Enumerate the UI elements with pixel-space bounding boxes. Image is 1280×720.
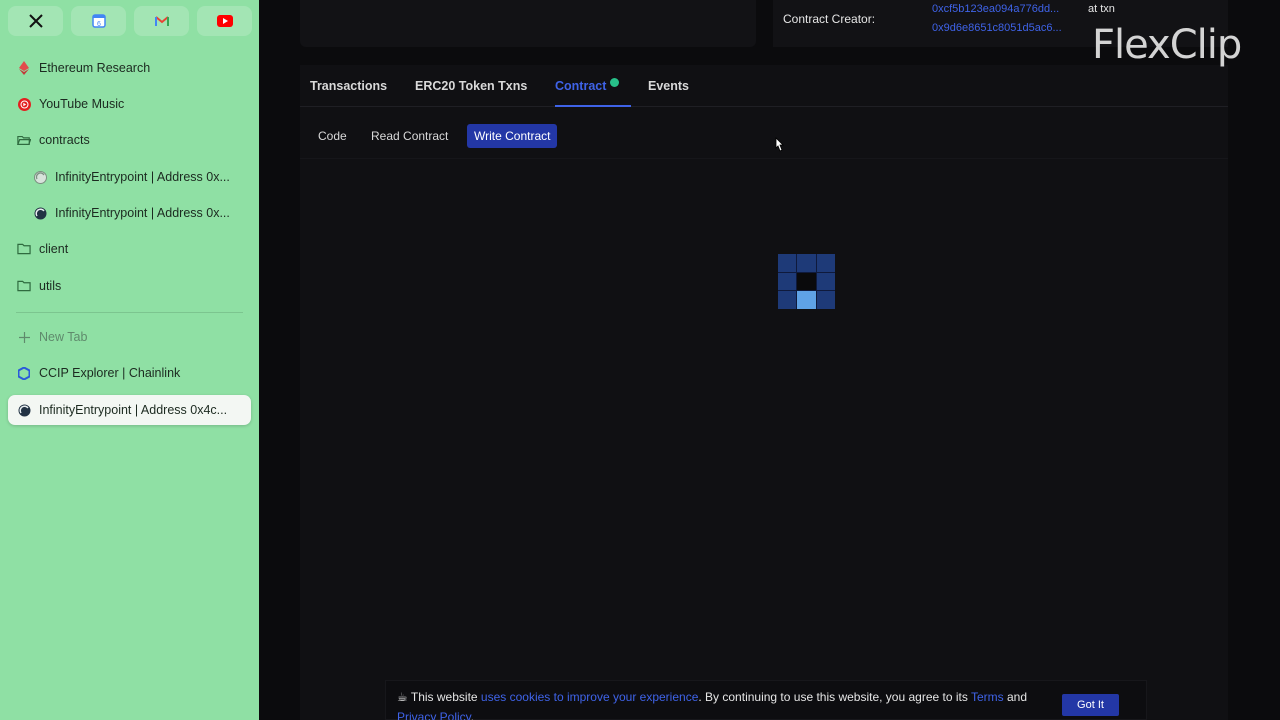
sidebar-item-infinityentrypoint-2[interactable]: InfinityEntrypoint | Address 0x... <box>24 198 251 228</box>
contract-tabs-panel: Transactions ERC20 Token Txns Contract E… <box>300 65 1228 720</box>
tabs-bar: Transactions ERC20 Token Txns Contract E… <box>300 65 1228 107</box>
etherscan-icon <box>33 206 47 220</box>
etherscan-icon <box>17 403 31 417</box>
sidebar-folder-client[interactable]: client <box>8 234 251 264</box>
folder-icon <box>17 242 31 256</box>
ethereum-icon <box>17 61 31 75</box>
gmail-icon <box>154 16 169 26</box>
x-icon <box>28 14 43 28</box>
subtab-divider <box>300 158 1228 159</box>
tab-transactions[interactable]: Transactions <box>310 79 387 93</box>
sidebar-item-label: InfinityEntrypoint | Address 0x4c... <box>39 403 228 417</box>
active-tab-indicator <box>555 105 631 107</box>
pinned-tabs: 6 <box>8 6 252 36</box>
pinned-tab-gmail[interactable] <box>134 6 189 36</box>
sidebar-item-label: client <box>39 242 69 256</box>
creator-address-link[interactable]: 0xcf5b123ea094a776dd... <box>932 3 1059 15</box>
subtab-write-contract[interactable]: Write Contract <box>467 124 558 148</box>
sidebar-item-label: CCIP Explorer | Chainlink <box>39 366 181 380</box>
sidebar-item-label: YouTube Music <box>39 97 125 111</box>
cookie-middle: . By continuing to use this website, you… <box>698 690 971 704</box>
creator-txn-link[interactable]: 0x9d6e8651c8051d5ac6... <box>932 22 1062 34</box>
folder-icon <box>17 279 31 293</box>
got-it-button[interactable]: Got It <box>1062 694 1119 716</box>
privacy-policy-link[interactable]: Privacy Policy <box>397 710 471 720</box>
sidebar-item-infinityentrypoint-1[interactable]: InfinityEntrypoint | Address 0x... <box>24 162 251 192</box>
pinned-tab-x[interactable] <box>8 6 63 36</box>
new-tab-button[interactable]: New Tab <box>8 322 251 352</box>
sidebar-folder-contracts[interactable]: contracts <box>8 125 251 155</box>
verified-check-icon <box>610 78 619 87</box>
cookie-end: . <box>470 710 475 720</box>
cookie-banner: ☕︎ This website uses cookies to improve … <box>385 680 1147 720</box>
terms-link[interactable]: Terms <box>971 690 1004 704</box>
page-content: Contract Creator: 0xcf5b123ea094a776dd..… <box>259 0 1280 720</box>
sidebar-divider <box>16 312 243 313</box>
sidebar-item-ethereum-research[interactable]: Ethereum Research <box>8 53 251 83</box>
subtab-code[interactable]: Code <box>311 124 354 148</box>
chainlink-icon <box>17 366 31 380</box>
youtube-music-icon <box>17 97 31 111</box>
tab-events[interactable]: Events <box>648 79 689 93</box>
contract-creator-label: Contract Creator: <box>783 12 876 26</box>
overview-card <box>300 0 756 47</box>
sidebar-item-ccip-explorer[interactable]: CCIP Explorer | Chainlink <box>8 358 251 388</box>
sidebar-item-label: InfinityEntrypoint | Address 0x... <box>55 206 230 220</box>
sidebar-item-youtube-music[interactable]: YouTube Music <box>8 89 251 119</box>
youtube-icon <box>216 15 233 27</box>
subtab-read-contract[interactable]: Read Contract <box>364 124 455 148</box>
browser-sidebar: 6 Ethereum Research YouTube Music contra… <box>0 0 259 720</box>
cookie-and: and <box>1003 690 1028 704</box>
flexclip-watermark: FlexClip <box>1092 22 1242 68</box>
tab-contract[interactable]: Contract <box>555 79 606 93</box>
sidebar-item-label: utils <box>39 279 62 293</box>
svg-text:6: 6 <box>97 21 101 28</box>
mouse-cursor-icon <box>775 137 784 152</box>
google-calendar-icon: 6 <box>91 14 106 28</box>
pinned-tab-youtube[interactable] <box>197 6 252 36</box>
sidebar-folder-utils[interactable]: utils <box>8 271 251 301</box>
sidebar-item-label: InfinityEntrypoint | Address 0x... <box>55 170 230 184</box>
tab-erc20-token-txns[interactable]: ERC20 Token Txns <box>415 79 527 93</box>
loading-spinner-icon <box>778 254 835 309</box>
etherscan-icon <box>33 170 47 184</box>
plus-icon <box>17 330 31 344</box>
sidebar-item-label: Ethereum Research <box>39 61 151 75</box>
cookie-icon: ☕︎ <box>397 690 408 704</box>
cookie-text: ☕︎ This website uses cookies to improve … <box>397 687 1057 720</box>
cookie-prefix: This website <box>410 690 481 704</box>
pinned-tab-calendar[interactable]: 6 <box>71 6 126 36</box>
sidebar-item-label: New Tab <box>39 330 88 344</box>
at-txn-label: at txn <box>1088 3 1115 15</box>
cookie-policy-link[interactable]: uses cookies to improve your experience <box>481 690 698 704</box>
sidebar-item-label: contracts <box>39 133 90 147</box>
folder-open-icon <box>17 133 31 147</box>
sidebar-item-active-tab[interactable]: InfinityEntrypoint | Address 0x4c... <box>8 395 251 425</box>
